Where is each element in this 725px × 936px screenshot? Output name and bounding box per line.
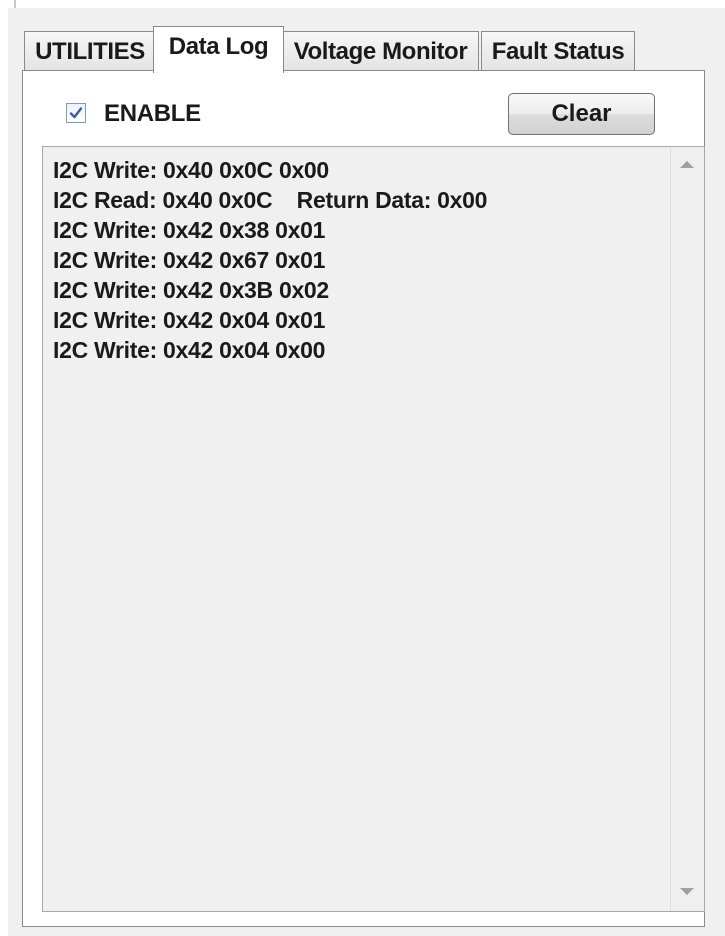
log-textarea[interactable]: I2C Write: 0x40 0x0C 0x00 I2C Read: 0x40…	[42, 146, 705, 912]
tab-fault-status[interactable]: Fault Status	[481, 31, 635, 71]
scroll-down-arrow-icon[interactable]	[680, 888, 694, 895]
log-line: I2C Write: 0x42 0x38 0x01	[53, 217, 326, 243]
log-lines: I2C Write: 0x40 0x0C 0x00 I2C Read: 0x40…	[53, 155, 487, 365]
log-line: I2C Write: 0x40 0x0C 0x00	[53, 157, 329, 183]
tab-utilities[interactable]: UTILITIES	[24, 31, 156, 71]
log-line: I2C Write: 0x42 0x3B 0x02	[53, 277, 329, 303]
tab-data-log[interactable]: Data Log	[153, 26, 284, 73]
log-line: I2C Write: 0x42 0x04 0x01	[53, 307, 326, 333]
page: UTILITIES Data Log Voltage Monitor Fault…	[0, 0, 725, 936]
vertical-scrollbar[interactable]	[670, 147, 704, 911]
scroll-up-arrow-icon[interactable]	[680, 161, 694, 168]
log-line: I2C Write: 0x42 0x67 0x01	[53, 247, 326, 273]
tab-voltage-monitor[interactable]: Voltage Monitor	[282, 31, 479, 71]
log-line: I2C Read: 0x40 0x0C Return Data: 0x00	[53, 187, 488, 213]
enable-checkbox[interactable]	[66, 103, 86, 123]
checkmark-icon	[69, 107, 83, 119]
clear-button[interactable]: Clear	[508, 93, 655, 135]
log-line: I2C Write: 0x42 0x04 0x00	[53, 337, 326, 363]
enable-label: ENABLE	[104, 100, 201, 127]
